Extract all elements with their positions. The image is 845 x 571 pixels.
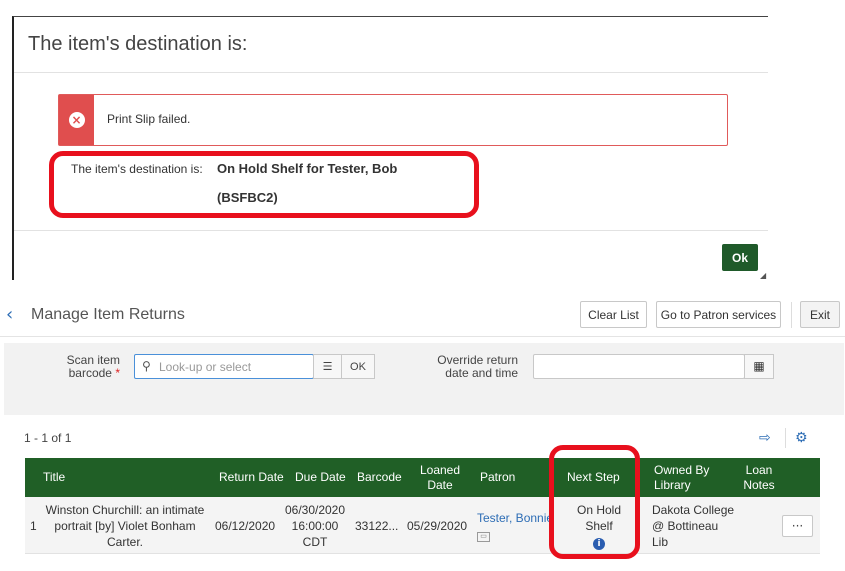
row-owned-by: Dakota College @ Bottineau Lib — [652, 502, 735, 549]
x-circle-icon: × — [68, 112, 85, 128]
header-divider — [0, 336, 845, 337]
col-title[interactable]: Title — [43, 458, 65, 497]
result-count: 1 - 1 of 1 — [24, 431, 72, 445]
dialog-title: The item's destination is: — [28, 33, 248, 55]
error-alert: × Print Slip failed. — [58, 94, 728, 146]
patron-card-icon[interactable]: ▭ — [477, 531, 490, 542]
patron-services-button[interactable]: Go to Patron services — [656, 301, 781, 328]
exit-button[interactable]: Exit — [800, 301, 840, 328]
search-icon: ⚲ — [142, 359, 151, 373]
row-title: Winston Churchill: an intimate portrait [… — [45, 502, 205, 549]
chevron-left-icon[interactable]: ‹ — [6, 304, 13, 325]
page-title: Manage Item Returns — [31, 306, 185, 323]
list-icon[interactable]: ☰ — [313, 354, 342, 379]
resize-handle-icon[interactable]: ◢ — [760, 271, 766, 280]
scan-placeholder[interactable]: Look-up or select — [159, 360, 251, 374]
table-row[interactable]: 1 Winston Churchill: an intimate portrait… — [25, 497, 820, 554]
scan-ok-button[interactable]: OK — [341, 354, 375, 379]
dialog-ok-button[interactable]: Ok — [722, 244, 758, 271]
scan-label: Scan item barcode * — [66, 353, 120, 380]
clear-list-button[interactable]: Clear List — [580, 301, 647, 328]
alert-message: Print Slip failed. — [107, 112, 191, 126]
dialog-divider — [14, 72, 768, 73]
toolbar-separator — [785, 428, 786, 448]
col-return-date[interactable]: Return Date — [219, 458, 284, 497]
calendar-icon[interactable]: ▦ — [744, 354, 774, 379]
dialog-footer-divider — [14, 230, 768, 231]
col-loan-notes[interactable]: Loan Notes — [741, 458, 777, 497]
next-step-highlight — [549, 445, 640, 559]
col-patron[interactable]: Patron — [480, 458, 515, 497]
row-due-date: 06/30/2020 16:00:00 CDT — [284, 502, 346, 549]
table-header: Title Return Date Due Date Barcode Loane… — [25, 458, 820, 497]
col-owned-by[interactable]: Owned By Library — [654, 458, 709, 497]
col-due-date[interactable]: Due Date — [295, 458, 346, 497]
override-date-input[interactable] — [533, 354, 745, 379]
override-label: Override return date and time — [437, 353, 518, 380]
row-return-date: 06/12/2020 — [215, 518, 276, 533]
row-more-button[interactable]: ··· — [782, 515, 813, 537]
patron-link[interactable]: Tester, Bonnie — [477, 511, 553, 525]
required-marker: * — [115, 366, 120, 380]
gear-icon[interactable]: ⚙ — [795, 430, 808, 446]
row-barcode: 33122... — [355, 518, 399, 533]
row-number: 1 — [30, 518, 37, 533]
export-icon[interactable]: ⇨ — [759, 430, 771, 446]
destination-highlight — [49, 151, 479, 218]
col-loaned-date[interactable]: Loaned Date — [420, 458, 460, 497]
row-loaned-date: 05/29/2020 — [407, 518, 468, 533]
row-patron: Tester, Bonnie ▭ — [477, 497, 553, 554]
col-barcode[interactable]: Barcode — [357, 458, 402, 497]
header-separator — [791, 302, 792, 328]
destination-dialog: The item's destination is: × Print Slip … — [12, 16, 768, 280]
